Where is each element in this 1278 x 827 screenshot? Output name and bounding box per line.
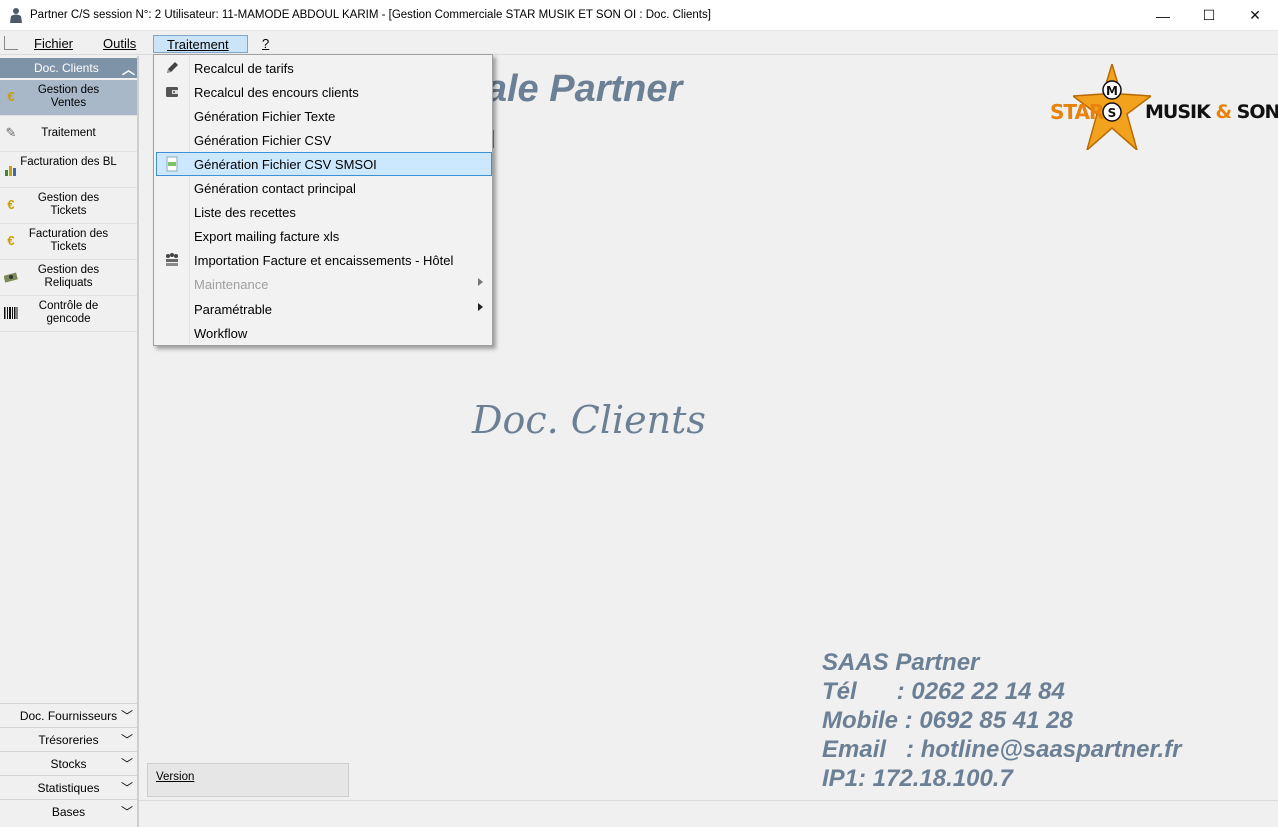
menu-item-generation-csv[interactable]: Génération Fichier CSV (156, 128, 492, 152)
sidebar-item-gestion-tickets[interactable]: € Gestion des Tickets (0, 188, 137, 224)
submenu-arrow-icon (478, 303, 483, 311)
money-icon (4, 272, 18, 283)
user-app-icon (10, 8, 22, 23)
barcode-icon (4, 307, 18, 319)
version-panel: Version (147, 763, 349, 797)
sidebar-item-facturation-bl[interactable]: Facturation des BL (0, 152, 137, 188)
chart-icon (5, 166, 16, 176)
sidebar-section-stocks[interactable]: Stocks ﹀ (0, 751, 137, 775)
menu-bar: Fichier Outils Traitement ? (0, 31, 1278, 55)
contact-ip: IP1: 172.18.100.7 (822, 765, 1013, 792)
menu-item-recalcul-tarifs[interactable]: Recalcul de tarifs (156, 56, 492, 80)
chevron-down-icon: ﹀ (121, 805, 134, 819)
sidebar-header-doc-clients[interactable]: Doc. Clients ︿ (0, 58, 137, 78)
sidebar: Doc. Clients ︿ € Gestion des Ventes ✎ Tr… (0, 56, 139, 827)
menu-item-generation-texte[interactable]: Génération Fichier Texte (156, 104, 492, 128)
contact-email: Email : hotline@saaspartner.fr (822, 736, 1182, 763)
menu-item-parametrable[interactable]: Paramétrable (156, 297, 492, 321)
hotel-icon (166, 253, 178, 266)
status-bar (139, 800, 1278, 827)
sidebar-section-bases[interactable]: Bases ﹀ (0, 799, 137, 823)
menu-outils[interactable]: Outils (97, 35, 142, 53)
sidebar-item-facturation-tickets[interactable]: € Facturation des Tickets (0, 224, 137, 260)
section-title: Doc. Clients (472, 398, 706, 442)
traitement-dropdown-menu: Recalcul de tarifs Recalcul des encours … (153, 54, 493, 346)
menu-item-recalcul-encours[interactable]: Recalcul des encours clients (156, 80, 492, 104)
menu-item-generation-csv-smsoi[interactable]: Génération Fichier CSV SMSOI (156, 152, 492, 176)
menu-item-generation-contact[interactable]: Génération contact principal (156, 176, 492, 200)
euro-icon: € (7, 197, 15, 212)
window-title: Partner C/S session N°: 2 Utilisateur: 1… (30, 9, 711, 21)
minimize-button[interactable]: — (1140, 0, 1186, 31)
sidebar-section-tresoreries[interactable]: Trésoreries ﹀ (0, 727, 137, 751)
menu-item-export-mailing[interactable]: Export mailing facture xls (156, 224, 492, 248)
version-link[interactable]: Version (156, 771, 194, 783)
chevron-up-icon: ︿ (122, 62, 136, 77)
svg-text:S: S (1108, 106, 1117, 120)
svg-text:M: M (1106, 84, 1118, 98)
title-bar: Partner C/S session N°: 2 Utilisateur: 1… (0, 0, 1278, 31)
sidebar-item-gestion-ventes[interactable]: € Gestion des Ventes (0, 80, 137, 116)
chevron-down-icon: ﹀ (121, 733, 134, 747)
euro-icon: € (7, 89, 15, 104)
company-logo: M S STAR MUSIK & SON (1045, 64, 1278, 152)
logo-text-star: STAR (1050, 100, 1104, 124)
chevron-down-icon: ﹀ (121, 757, 134, 771)
pencil-icon (167, 62, 178, 73)
menu-help[interactable]: ? (256, 35, 275, 53)
chevron-down-icon: ﹀ (121, 781, 134, 795)
document-icon[interactable] (4, 36, 18, 50)
sidebar-item-controle-gencode[interactable]: Contrôle de gencode (0, 296, 137, 332)
csv-file-icon (166, 156, 178, 172)
menu-traitement[interactable]: Traitement (153, 35, 248, 53)
sidebar-section-doc-fournisseurs[interactable]: Doc. Fournisseurs ﹀ (0, 703, 137, 727)
euro-icon: € (7, 233, 15, 248)
menu-item-importation-hotel[interactable]: Importation Facture et encaissements - H… (156, 248, 492, 272)
close-button[interactable]: ✕ (1232, 0, 1278, 31)
chevron-down-icon: ﹀ (121, 709, 134, 723)
contact-company: SAAS Partner (822, 649, 980, 676)
menu-fichier[interactable]: Fichier (28, 35, 79, 53)
submenu-arrow-icon (478, 278, 483, 286)
menu-item-liste-recettes[interactable]: Liste des recettes (156, 200, 492, 224)
sidebar-section-statistiques[interactable]: Statistiques ﹀ (0, 775, 137, 799)
tools-icon: ✎ (5, 125, 17, 140)
menu-item-workflow[interactable]: Workflow (156, 321, 492, 345)
maximize-button[interactable]: ☐ (1186, 0, 1232, 31)
sidebar-item-gestion-reliquats[interactable]: Gestion des Reliquats (0, 260, 137, 296)
menu-item-maintenance: Maintenance (156, 272, 492, 296)
contact-mobile: Mobile : 0692 85 41 28 (822, 707, 1073, 734)
sidebar-item-traitement[interactable]: ✎ Traitement (0, 116, 137, 152)
logo-text-musik: MUSIK & SON (1145, 101, 1278, 123)
contact-phone: Tél : 0262 22 14 84 (822, 678, 1065, 705)
wallet-icon (166, 87, 178, 97)
contact-info: SAAS Partner Tél : 0262 22 14 84 Mobile … (822, 648, 1182, 793)
